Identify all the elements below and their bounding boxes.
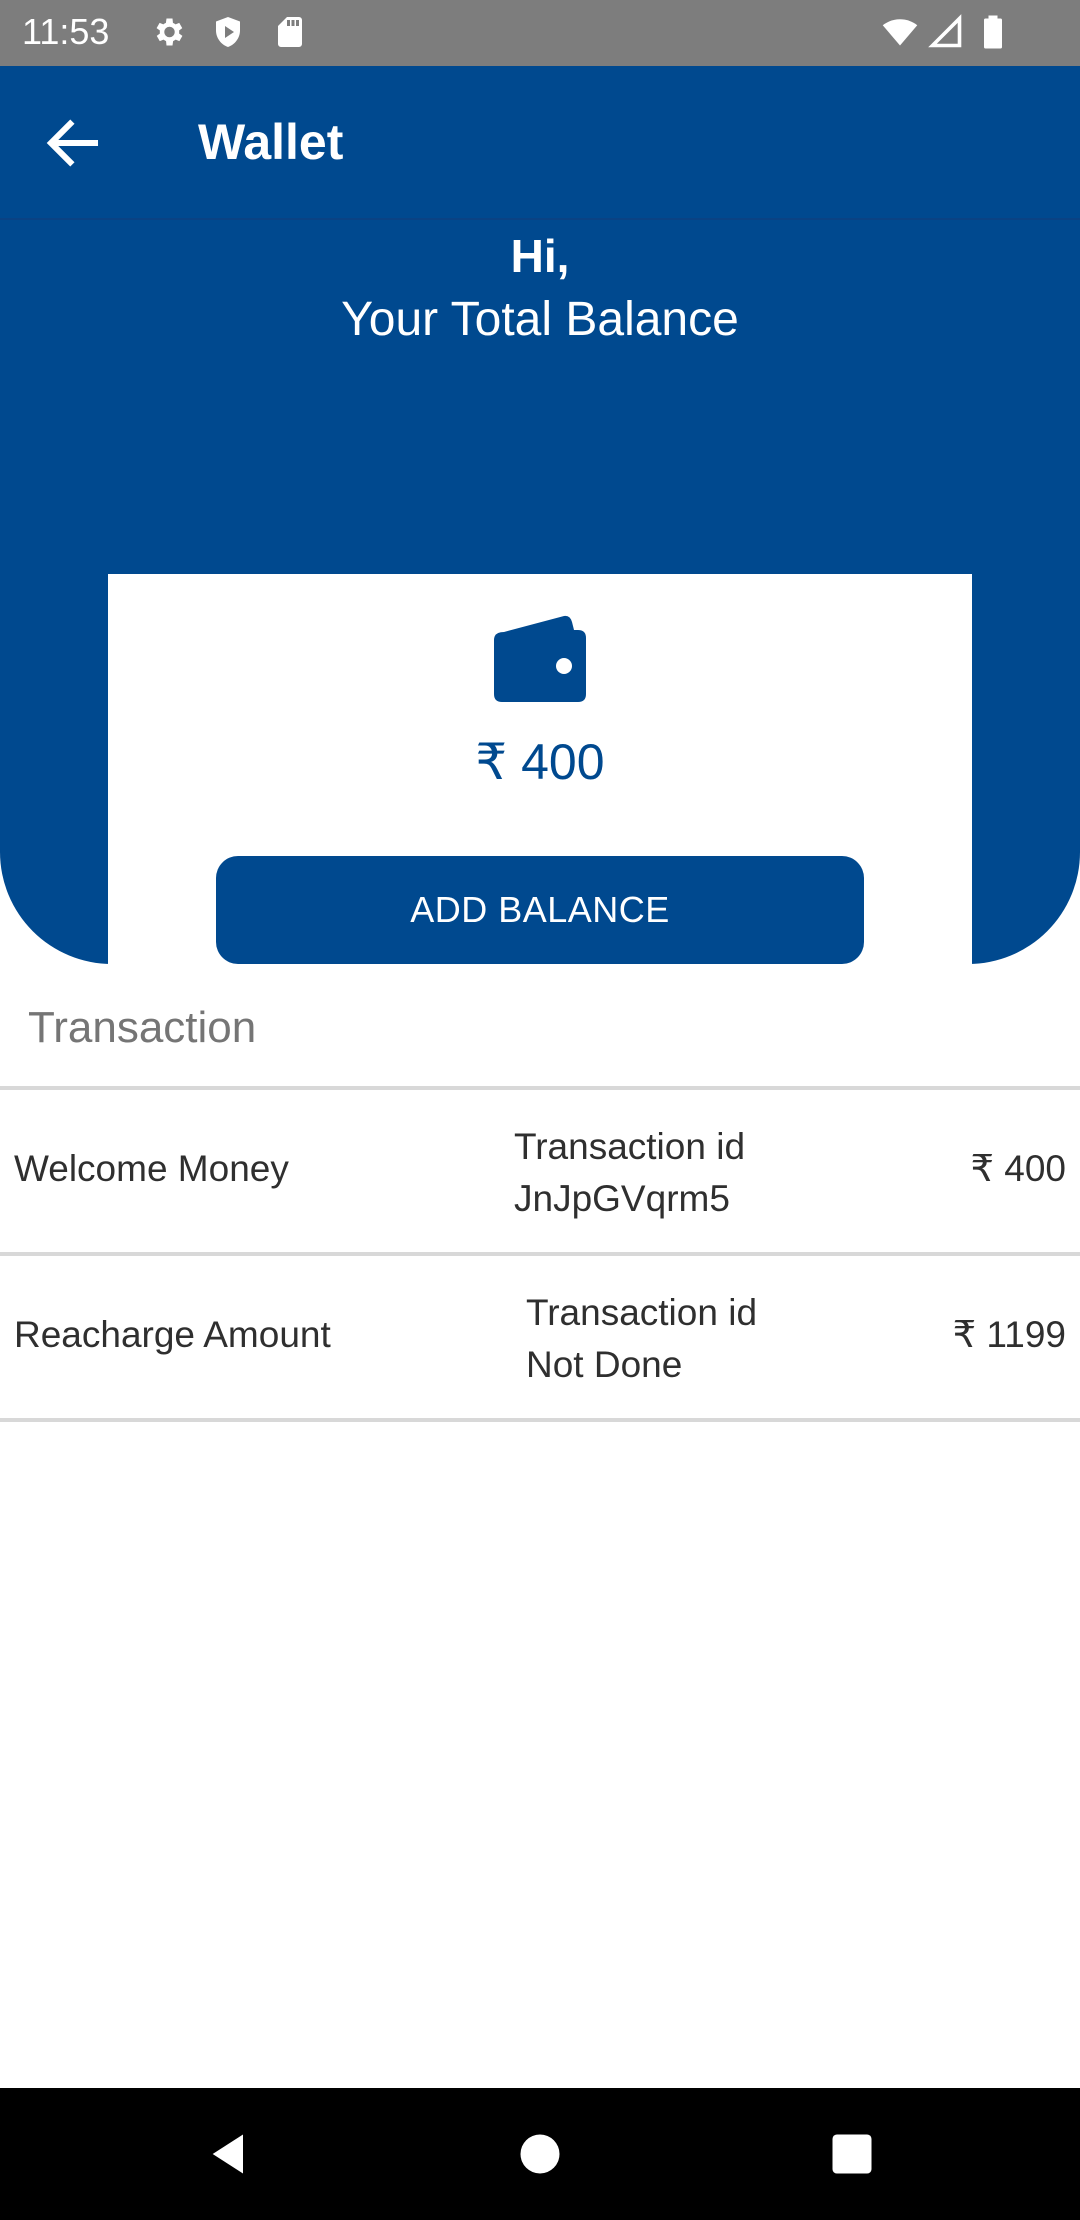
transactions-title: Transaction: [28, 1003, 257, 1052]
greeting-text: Hi,: [510, 230, 570, 282]
transaction-row[interactable]: Welcome Money Transaction id JnJpGVqrm5 …: [0, 1090, 1080, 1254]
recents-square-icon[interactable]: [826, 2128, 878, 2180]
transaction-id-value: Not Done: [526, 1344, 683, 1385]
total-balance-label: Your Total Balance: [341, 293, 739, 346]
transaction-row[interactable]: Reacharge Amount Transaction id Not Done…: [0, 1256, 1080, 1420]
battery-icon: [980, 14, 1016, 50]
page-title: Wallet: [198, 114, 344, 170]
back-button[interactable]: [40, 110, 106, 176]
transaction-name: Welcome Money: [14, 1148, 289, 1189]
transaction-id-value: JnJpGVqrm5: [514, 1178, 730, 1219]
balance-card: ₹ 400 ADD BALANCE: [108, 574, 972, 964]
home-circle-icon[interactable]: [514, 2128, 566, 2180]
transaction-amount: ₹ 1199: [952, 1314, 1066, 1355]
shield-icon: [210, 14, 246, 50]
status-bar: 11:53: [0, 0, 1080, 66]
balance-amount: ₹ 400: [475, 734, 605, 790]
system-nav-bar: [0, 2088, 1080, 2220]
add-balance-button[interactable]: ADD BALANCE: [216, 856, 864, 964]
wallet-icon: [494, 614, 586, 702]
sd-card-icon: [272, 14, 308, 50]
gear-icon: [150, 14, 186, 50]
app-bar: Wallet: [0, 66, 1080, 220]
transaction-name: Reacharge Amount: [14, 1314, 331, 1355]
status-time: 11:53: [22, 11, 110, 52]
arrow-left-icon: [40, 119, 106, 180]
wifi-icon: [880, 14, 918, 50]
divider: [0, 1418, 1080, 1422]
transaction-id-label: Transaction id: [526, 1292, 758, 1333]
transaction-id-label: Transaction id: [514, 1126, 746, 1167]
transaction-amount: ₹ 400: [970, 1148, 1066, 1189]
back-triangle-icon[interactable]: [204, 2128, 256, 2180]
signal-icon: [928, 14, 964, 50]
